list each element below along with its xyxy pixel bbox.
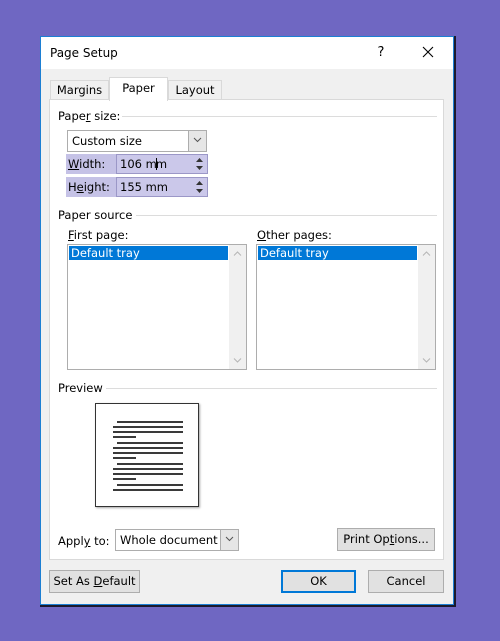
preview-line — [113, 457, 136, 459]
height-decrement-button[interactable] — [192, 187, 206, 195]
paper-tab-panel: Paper size: Custom size Width: 106 mm He… — [49, 99, 444, 560]
preview-line — [113, 447, 183, 449]
height-value: 155 mm — [120, 180, 169, 194]
apply-to-dropdown-button[interactable] — [220, 530, 238, 550]
help-button[interactable]: ? — [369, 42, 393, 64]
preview-line — [113, 489, 183, 491]
apply-to-value: Whole document — [120, 533, 218, 547]
chevron-down-icon — [233, 358, 242, 363]
close-icon — [422, 46, 434, 58]
preview-line — [113, 478, 136, 480]
chevron-up-icon — [233, 251, 242, 256]
other-pages-scrollbar[interactable] — [418, 245, 435, 369]
preview-line — [117, 463, 183, 465]
preview-page — [95, 403, 199, 507]
page-setup-dialog: Page Setup ? Margins Paper Layout Paper … — [40, 36, 454, 605]
chevron-down-icon — [193, 137, 202, 143]
scroll-up-button[interactable] — [418, 245, 435, 262]
preview-group-label: Preview — [58, 381, 103, 395]
tab-margins[interactable]: Margins — [50, 80, 109, 101]
apply-to-label: Apply to: — [58, 534, 110, 548]
width-decrement-button[interactable] — [192, 164, 206, 172]
preview-line — [113, 426, 183, 428]
width-label: Width: — [68, 157, 106, 171]
tab-layout[interactable]: Layout — [168, 80, 222, 101]
first-page-listbox[interactable]: Default tray — [67, 244, 247, 370]
cancel-button[interactable]: Cancel — [368, 570, 444, 593]
height-spinbox[interactable]: 155 mm — [116, 177, 208, 197]
width-value: 106 mm — [120, 157, 168, 171]
height-increment-button[interactable] — [192, 179, 206, 187]
paper-size-group-label: Paper size: — [58, 109, 121, 123]
arrow-down-icon — [195, 166, 203, 170]
apply-to-dropdown[interactable]: Whole document — [115, 529, 239, 551]
preview-line — [117, 442, 183, 444]
scroll-up-button[interactable] — [229, 245, 246, 262]
help-icon: ? — [377, 45, 385, 60]
arrow-up-icon — [195, 158, 203, 162]
preview-line — [117, 484, 183, 486]
dialog-title: Page Setup — [50, 46, 118, 60]
set-as-default-button[interactable]: Set As Default — [49, 570, 140, 593]
chevron-down-icon — [225, 536, 234, 542]
scroll-down-button[interactable] — [418, 352, 435, 369]
width-spinbox[interactable]: 106 mm — [116, 154, 208, 174]
title-bar: Page Setup ? — [41, 37, 453, 69]
arrow-up-icon — [195, 181, 203, 185]
other-pages-listbox[interactable]: Default tray — [256, 244, 436, 370]
preview-line — [113, 452, 183, 454]
paper-source-group-label: Paper source — [58, 208, 133, 222]
paper-size-divider — [122, 116, 437, 117]
preview-line — [117, 421, 183, 423]
preview-line — [113, 468, 183, 470]
width-increment-button[interactable] — [192, 156, 206, 164]
paper-size-value: Custom size — [72, 134, 143, 148]
paper-source-divider — [136, 215, 437, 216]
height-label: Height: — [68, 180, 110, 194]
print-options-button[interactable]: Print Options... — [337, 528, 435, 551]
preview-line — [113, 436, 136, 438]
scroll-down-button[interactable] — [229, 352, 246, 369]
paper-size-dropdown-button[interactable] — [188, 131, 206, 151]
preview-line — [113, 431, 183, 433]
chevron-up-icon — [422, 251, 431, 256]
arrow-down-icon — [195, 189, 203, 193]
preview-line — [113, 473, 183, 475]
close-button[interactable] — [415, 42, 441, 64]
first-page-item-default-tray[interactable]: Default tray — [69, 246, 228, 260]
first-page-scrollbar[interactable] — [229, 245, 246, 369]
preview-divider — [106, 388, 437, 389]
tab-paper[interactable]: Paper — [109, 77, 168, 101]
other-pages-label: Other pages: — [257, 228, 332, 242]
ok-button[interactable]: OK — [281, 570, 356, 593]
paper-size-dropdown[interactable]: Custom size — [67, 130, 207, 152]
first-page-label: First page: — [68, 228, 129, 242]
other-pages-item-default-tray[interactable]: Default tray — [258, 246, 417, 260]
chevron-down-icon — [422, 358, 431, 363]
